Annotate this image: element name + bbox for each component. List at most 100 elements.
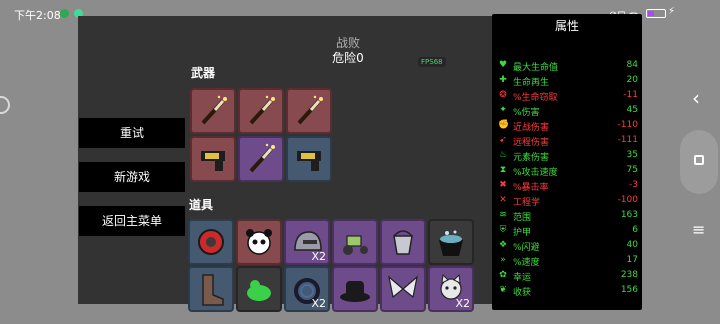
panda-icon (246, 229, 272, 255)
stat-row: ✚ 生命再生 20 (498, 74, 638, 89)
elemental-icon: ♨ (498, 150, 508, 160)
gun-icon (297, 151, 321, 171)
home-button[interactable] (680, 130, 718, 194)
ring-target-icon (198, 229, 224, 255)
lifesteal-icon: ❂ (499, 90, 507, 100)
stat-name: 生命再生 (513, 78, 550, 88)
wand-icon (201, 95, 227, 125)
dodge-icon: ❖ (498, 240, 508, 250)
speed-icon: » (500, 255, 506, 265)
stats-title: 属性 (554, 19, 579, 33)
stat-row: ✿ 幸运 238 (498, 269, 638, 284)
charging-icon: ⚡ (667, 6, 675, 17)
range-icon: ≋ (499, 210, 507, 220)
retry-button[interactable]: 重试 (79, 118, 185, 148)
danger-level: 危险0 (332, 51, 364, 65)
stat-name: %伤害 (513, 108, 540, 118)
boot-icon (202, 274, 224, 306)
item-slot[interactable]: X2 (284, 219, 330, 265)
luck-icon: ✿ (499, 270, 507, 280)
item-slot[interactable] (332, 219, 378, 265)
stat-value: -110 (617, 120, 638, 130)
item-slot[interactable] (236, 266, 282, 312)
system-nav-bar: ‹ ≡ (680, 28, 720, 324)
bucket-icon (393, 230, 413, 255)
stat-row: ❂ %生命窃取 -11 (498, 89, 638, 104)
wand-icon (249, 143, 275, 173)
stat-row: ♨ 元素伤害 35 (498, 149, 638, 164)
wand-icon (249, 95, 275, 125)
item-slot[interactable] (332, 266, 378, 312)
stat-value: 35 (626, 150, 638, 160)
home-square-icon (694, 155, 704, 165)
harvest-icon: ❦ (499, 285, 507, 295)
stat-name: %生命窃取 (513, 93, 558, 103)
weapon-slot[interactable] (286, 88, 332, 134)
stat-value: -3 (629, 180, 638, 190)
stat-value: 163 (620, 210, 638, 220)
item-slot[interactable] (236, 219, 282, 265)
stat-name: 元素伤害 (513, 153, 550, 163)
stat-name: 工程学 (513, 198, 541, 208)
ranged-icon: ➹ (499, 135, 507, 145)
stat-name: %暴击率 (513, 183, 549, 193)
stat-name: 范围 (513, 213, 532, 223)
weapon-slot[interactable] (286, 136, 332, 182)
stat-value: -11 (623, 90, 638, 100)
hat-icon (340, 281, 370, 302)
menu-icon[interactable]: ≡ (692, 220, 705, 239)
weapon-slot[interactable] (238, 88, 284, 134)
weapon-slot[interactable] (238, 136, 284, 182)
stat-name: %闪避 (513, 243, 540, 253)
damage-icon: ✦ (499, 105, 507, 115)
melee-icon: ✊ (498, 120, 510, 130)
stat-row: ❖ %闪避 40 (498, 239, 638, 254)
back-icon[interactable]: ‹ (692, 86, 700, 110)
item-slot[interactable]: X2 (428, 266, 474, 312)
stat-row: ≋ 范围 163 (498, 209, 638, 224)
wings-icon (388, 275, 418, 299)
stat-name: 最大生命值 (513, 63, 559, 73)
item-slot[interactable] (188, 219, 234, 265)
stat-row: ♥ 最大生命值 84 (498, 59, 638, 74)
item-slot[interactable]: X2 (284, 266, 330, 312)
clock: 下午2:08 (14, 9, 61, 22)
battery-icon (646, 9, 666, 18)
floating-ball-icon[interactable] (0, 96, 10, 114)
new-game-button[interactable]: 新游戏 (79, 162, 185, 192)
stat-name: %速度 (513, 258, 540, 268)
stat-row: ❦ 收获 156 (498, 284, 638, 299)
stat-value: 84 (626, 60, 638, 70)
stat-row: » %速度 17 (498, 254, 638, 269)
stat-name: 近战伤害 (513, 123, 550, 133)
stat-value: -111 (617, 135, 638, 145)
stat-value: 6 (632, 225, 638, 235)
item-slot[interactable] (380, 266, 426, 312)
item-quantity: X2 (311, 250, 326, 263)
stat-value: 75 (626, 165, 638, 175)
stat-value: -100 (617, 195, 638, 205)
regen-icon: ✚ (499, 75, 507, 85)
stat-value: 45 (626, 105, 638, 115)
stat-value: 20 (626, 75, 638, 85)
weapon-slot[interactable] (190, 88, 236, 134)
weapon-slot[interactable] (190, 136, 236, 182)
item-slot[interactable] (428, 219, 474, 265)
stat-row: ✖ %暴击率 -3 (498, 179, 638, 194)
item-slot[interactable] (380, 219, 426, 265)
stat-row: ✦ %伤害 45 (498, 104, 638, 119)
wand-icon (297, 95, 323, 125)
attack-speed-icon: ⧗ (499, 165, 507, 175)
stat-row: ➹ 远程伤害 -111 (498, 134, 638, 149)
stat-name: 幸运 (513, 273, 532, 283)
main-menu-button[interactable]: 返回主菜单 (79, 206, 185, 236)
crit-icon: ✖ (499, 180, 507, 190)
stats-panel: 属性 ♥ 最大生命值 84 ✚ 生命再生 20 ❂ %生命窃取 -11 ✦ %伤害 45 ✊ 近战伤害 -1… (492, 14, 642, 310)
stat-row: ⛨ 护甲 6 (498, 224, 638, 239)
item-quantity: X2 (311, 297, 326, 310)
fps-counter: FPS68 (418, 57, 446, 67)
heart-icon: ♥ (498, 60, 508, 70)
item-slot[interactable] (188, 266, 234, 312)
cauldron-icon (439, 230, 463, 256)
app-notification-icon (60, 9, 69, 18)
